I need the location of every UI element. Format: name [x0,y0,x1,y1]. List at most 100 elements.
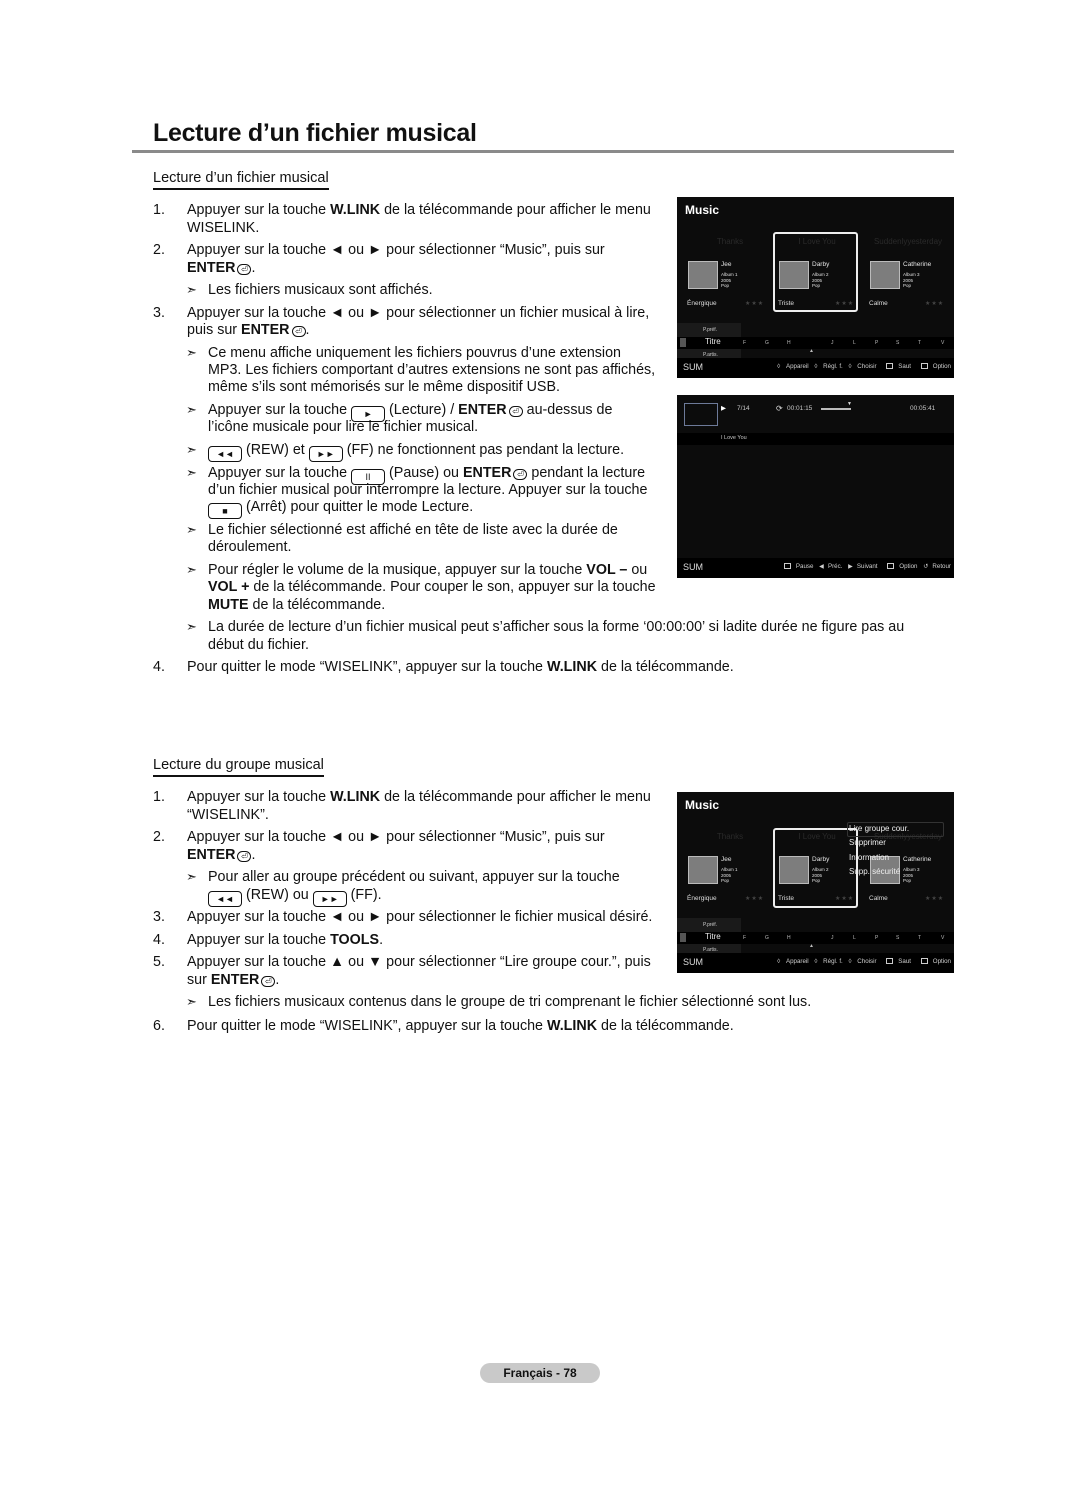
enter-icon: ⏎ [261,976,276,987]
letter-index[interactable]: H [787,935,791,941]
letter-index[interactable]: S [896,340,899,346]
hint-option[interactable]: Option [917,958,951,965]
sort-menu-icon [680,338,686,347]
track-mood: Calme [869,895,888,902]
note-text: ■ (Arrêt) pour quitter le mode Lecture. [208,498,473,519]
letter-index[interactable]: L [853,935,856,941]
tools-item-safe-remove[interactable]: Supp. sécurité [849,867,900,876]
music-browser-screen: Music Thanks I Love You Suddenlyyesterda… [677,197,954,378]
sort-current-label[interactable]: Titre [705,337,721,346]
step-text: ENTER ⏎. [187,260,256,276]
hint-return[interactable]: ↺ Retour [923,563,951,570]
rating-stars-icon: ★★★ [835,301,855,307]
tools-item-play-group[interactable]: Lire groupe cour. [849,824,909,833]
letter-index[interactable]: S [896,935,899,941]
album-art-thumbnail[interactable] [870,261,900,289]
screen-title: Music [685,798,720,812]
hint-device[interactable]: ◊ Appareil [777,363,808,370]
step-text: Appuyer sur la touche W.LINK de la téléc… [187,202,651,218]
hint-select[interactable]: ◊ Choisir [849,958,877,965]
note-text: VOL + de la télécommande. Pour couper le… [208,579,656,595]
hint-next[interactable]: ▶ Suivant [848,563,877,570]
tools-item-delete[interactable]: Supprimer [849,838,886,847]
note-text: ◄◄ (REW) ou ►► (FF). [208,886,382,907]
rating-stars-icon: ★★★ [745,896,765,902]
step-text: ENTER ⏎. [187,847,256,863]
progress-handle-icon[interactable]: ▼ [847,401,852,407]
hint-device[interactable]: ◊ Appareil [777,958,808,965]
step-text: Appuyer sur la touche ◄ ou ► pour sélect… [187,242,605,258]
screen-footer: SUM ◊ Appareil ◊ Régl. f. ◊ Choisir Saut… [677,953,954,973]
option-icon [887,563,895,569]
section-heading-music-file: Lecture d’un fichier musical [153,170,329,190]
note-arrow-icon: ➣ [186,994,197,1009]
repeat-icon[interactable]: ⟳ [776,404,783,413]
skip-icon [886,363,894,369]
letter-index[interactable]: G [765,935,769,941]
note-arrow-icon: ➣ [186,402,197,417]
letter-index[interactable]: F [743,935,746,941]
pause-enter-icon [783,563,791,569]
letter-index[interactable]: J [831,340,834,346]
letter-index[interactable]: V [941,340,944,346]
now-playing-thumbnail [684,403,718,426]
step-text: Appuyer sur la touche ◄ ou ► pour sélect… [187,909,653,925]
hint-settings[interactable]: ◊ Régl. f. [814,363,842,370]
fast-forward-button-icon: ►► [312,891,347,907]
hint-settings[interactable]: ◊ Régl. f. [814,958,842,965]
track-title: Suddenlyyesterday [873,237,943,246]
title-divider [132,150,954,153]
screen-footer: SUM Pause ◀ Préc. ▶ Suivant Option ↺ Retour [677,558,954,578]
album-art-thumbnail[interactable] [779,261,809,289]
note-text: Les fichiers musicaux contenus dans le g… [208,994,812,1010]
letter-index[interactable]: L [853,340,856,346]
letter-index[interactable]: P [875,340,878,346]
elapsed-time: 00:01:15 [787,405,813,412]
letter-index[interactable]: J [831,935,834,941]
music-browser-tools-screen: Music Thanks I Love You Suddenlyyesterda… [677,792,954,973]
track-artist: Jee [721,856,732,863]
track-mood: Calme [869,300,888,307]
note-text: début du fichier. [208,637,309,653]
step-text: Appuyer sur la touche ▲ ou ▼ pour sélect… [187,954,651,970]
progress-bar[interactable] [821,408,851,410]
tools-item-information[interactable]: Information [849,853,889,862]
track-meta: Album 1 2005 Pop [721,272,738,288]
section-heading-music-group: Lecture du groupe musical [153,757,324,777]
hint-select[interactable]: ◊ Choisir [849,363,877,370]
hint-option[interactable]: Option [883,563,918,570]
hint-pause[interactable]: Pause [780,563,813,570]
hint-skip[interactable]: Saut [882,958,911,965]
hint-option[interactable]: Option [917,363,951,370]
hint-skip[interactable]: Saut [882,363,911,370]
album-art-thumbnail[interactable] [779,856,809,884]
note-arrow-icon: ➣ [186,522,197,537]
letter-index[interactable]: H [787,340,791,346]
sort-current-label[interactable]: Titre [705,932,721,941]
button-hints: Pause ◀ Préc. ▶ Suivant Option ↺ Retour [776,563,951,570]
letter-index[interactable]: P [875,935,878,941]
letter-index[interactable]: V [941,935,944,941]
letter-index[interactable]: T [918,340,921,346]
album-art-thumbnail[interactable] [688,261,718,289]
button-hints: ◊ Appareil ◊ Régl. f. ◊ Choisir Saut Opt… [773,958,951,965]
step-text: Appuyer sur la touche ◄ ou ► pour sélect… [187,829,605,845]
playlist-item[interactable]: I Love You [721,435,747,441]
letter-index[interactable]: G [765,340,769,346]
track-mood: Triste [778,895,795,902]
album-art-thumbnail[interactable] [688,856,718,884]
track-mood: Énergique [687,300,717,307]
enter-icon: ⏎ [513,469,528,480]
enter-icon: ⏎ [237,264,252,275]
track-artist: Catherine [903,856,932,863]
hint-previous[interactable]: ◀ Préc. [819,563,842,570]
track-index: 7/14 [737,405,750,412]
note-arrow-icon: ➣ [186,869,197,884]
letter-index[interactable]: T [918,935,921,941]
letter-index[interactable]: F [743,340,746,346]
note-text: Ce menu affiche uniquement les fichiers … [208,345,622,361]
note-text: Le fichier sélectionné est affiché en tê… [208,522,618,538]
step-text: Appuyer sur la touche TOOLS. [187,932,384,948]
page-title: Lecture d’un fichier musical [153,119,477,147]
device-label: SUM [683,562,703,572]
